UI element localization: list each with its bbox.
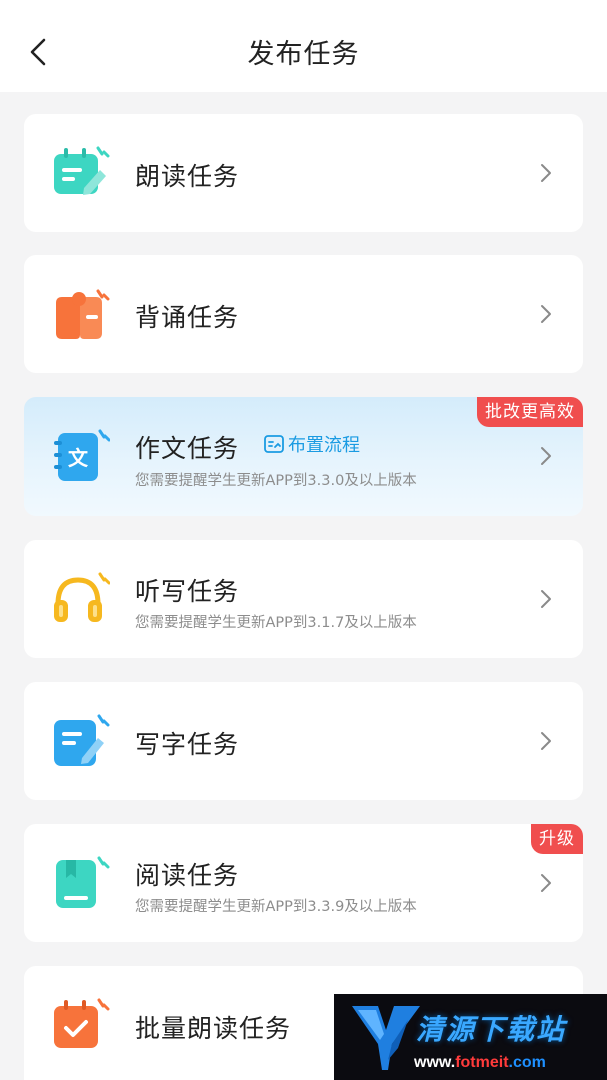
task-label: 作文任务: [135, 434, 240, 463]
calendar-check-icon: [54, 998, 110, 1048]
open-book-icon: [56, 289, 110, 339]
flow-chart-icon: [264, 435, 284, 453]
headphones-icon: [54, 572, 110, 622]
bookmark-book-icon: [56, 856, 110, 908]
task-label: 背诵任务: [135, 303, 240, 332]
essay-notebook-icon: 文: [54, 429, 110, 481]
task-card-reading[interactable]: 阅读任务 您需要提醒学生更新APP到3.3.9及以上版本 升级: [24, 824, 583, 942]
chevron-right-icon: [541, 305, 551, 323]
task-label: 阅读任务: [135, 861, 240, 890]
watermark-name: 清源下载站: [416, 1013, 567, 1046]
feature-badge: 批改更高效: [477, 397, 583, 427]
task-card-handwriting[interactable]: 写字任务: [24, 682, 583, 800]
assign-flow-link[interactable]: 布置流程: [264, 431, 360, 457]
watermark-overlay: 清源下载站 www.fotmeit.com: [334, 994, 607, 1080]
task-update-note: 您需要提醒学生更新APP到3.1.7及以上版本: [135, 615, 417, 631]
task-card-read-aloud[interactable]: 朗读任务: [24, 114, 583, 232]
svg-text:文: 文: [68, 446, 89, 470]
calendar-pencil-icon: [54, 146, 110, 195]
page-title: 发布任务: [247, 39, 360, 70]
upgrade-badge: 升级: [531, 824, 583, 854]
chevron-right-icon: [541, 874, 551, 892]
task-update-note: 您需要提醒学生更新APP到3.3.0及以上版本: [135, 473, 417, 489]
chevron-right-icon: [541, 590, 551, 608]
task-label: 批量朗读任务: [135, 1014, 292, 1043]
task-label: 写字任务: [135, 730, 240, 759]
watermark-logo-icon: [352, 1006, 420, 1070]
assign-flow-label: 布置流程: [288, 435, 360, 456]
chevron-right-icon: [541, 447, 551, 465]
task-label: 听写任务: [135, 577, 240, 606]
chevron-right-icon: [541, 732, 551, 750]
task-label: 朗读任务: [135, 162, 240, 191]
task-card-recite[interactable]: 背诵任务: [24, 255, 583, 373]
watermark-url: www.fotmeit.com: [414, 1054, 546, 1071]
task-card-essay[interactable]: 文 作文任务 布置流程 您需要提醒学生更新APP到3.3.0及以上版本 批改更高…: [24, 397, 583, 516]
task-update-note: 您需要提醒学生更新APP到3.3.9及以上版本: [135, 899, 417, 915]
task-card-dictation[interactable]: 听写任务 您需要提醒学生更新APP到3.1.7及以上版本: [24, 540, 583, 658]
notepad-pencil-icon: [54, 714, 110, 766]
chevron-right-icon: [541, 164, 551, 182]
top-bar: 发布任务: [0, 0, 607, 92]
